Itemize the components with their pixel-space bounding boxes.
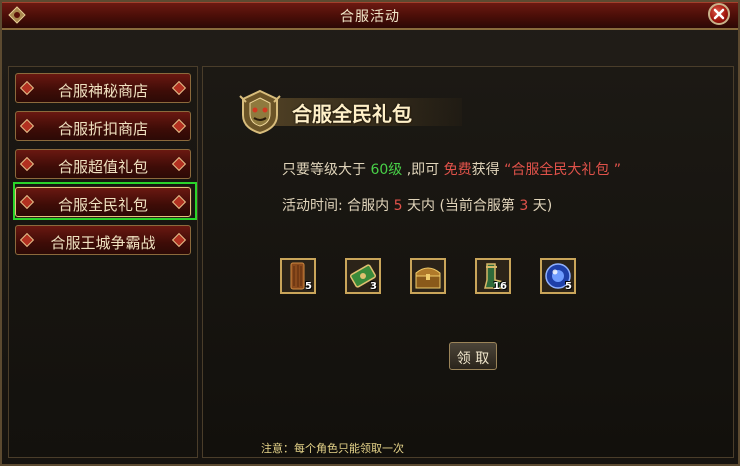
text: ,即可 <box>402 162 444 178</box>
reward-count: 16 <box>493 281 507 292</box>
reward-count: 3 <box>370 281 377 292</box>
current-day-value: 3 <box>519 198 529 214</box>
text: 天内 (当前合服第 <box>402 198 520 214</box>
level-value: 60级 <box>370 162 403 178</box>
reward-slot[interactable]: 5 <box>540 258 576 294</box>
reward-slot[interactable]: 5 <box>280 258 316 294</box>
text: 只要等级大于 <box>282 162 371 178</box>
reward-slot[interactable]: 3 <box>345 258 381 294</box>
sidebar: 合服神秘商店 合服折扣商店 合服超值礼包 合服全民礼包 合服王城争霸战 <box>8 66 198 458</box>
note-text: 注意：每个角色只能领取一次 <box>261 442 404 455</box>
close-icon <box>713 8 725 20</box>
selected-tab-highlight <box>13 182 197 220</box>
free-text: 免费 <box>443 162 472 178</box>
title-bar: 合服活动 <box>2 2 738 30</box>
text: 天) <box>528 198 553 214</box>
treasure-chest-icon <box>415 267 441 289</box>
text: 获得 <box>471 162 505 178</box>
tab-mystery-shop[interactable]: 合服神秘商店 <box>15 73 191 103</box>
reward-slot[interactable]: 16 <box>475 258 511 294</box>
reward-slot[interactable] <box>410 258 446 294</box>
reward-count: 5 <box>305 281 312 292</box>
window-title: 合服活动 <box>340 9 400 25</box>
tab-label: 合服超值礼包 <box>57 158 148 176</box>
close-button[interactable] <box>708 3 730 25</box>
tab-label: 合服王城争霸战 <box>50 234 156 252</box>
dragon-emblem-icon <box>239 89 281 135</box>
panel-heading: 合服全民礼包 <box>292 102 412 126</box>
tab-value-pack[interactable]: 合服超值礼包 <box>15 149 191 179</box>
claim-button[interactable]: 领 取 <box>449 342 497 370</box>
tab-discount-shop[interactable]: 合服折扣商店 <box>15 111 191 141</box>
claim-button-label: 领 取 <box>456 351 490 367</box>
tab-castle-war[interactable]: 合服王城争霸战 <box>15 225 191 255</box>
tab-label: 合服神秘商店 <box>57 82 148 100</box>
event-window: 合服活动 合服神秘商店 合服折扣商店 合服超值礼包 合服全民礼包 合服王城争霸战… <box>0 0 740 466</box>
text: 活动时间: 合服内 <box>282 198 394 214</box>
gift-name: “合服全民大礼包 ” <box>504 162 622 178</box>
requirement-text: 只要等级大于 60级 ,即可 免费获得 “合服全民大礼包 ” <box>282 159 621 179</box>
tab-label: 合服折扣商店 <box>57 120 148 138</box>
event-time-text: 活动时间: 合服内 5 天内 (当前合服第 3 天) <box>282 195 552 215</box>
reward-count: 5 <box>565 281 572 292</box>
days-value: 5 <box>393 198 403 214</box>
